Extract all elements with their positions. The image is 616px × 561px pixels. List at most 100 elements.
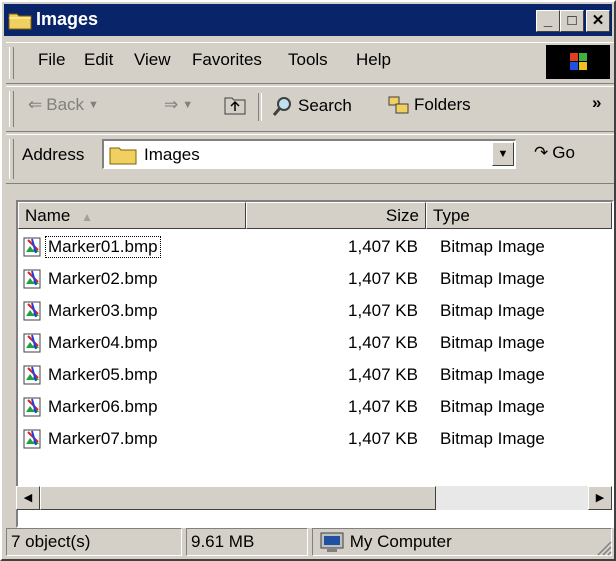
maximize-icon: □ (567, 12, 577, 29)
go-button[interactable]: ↷ Go (534, 143, 575, 163)
toolbar-overflow-chevron[interactable]: » (592, 93, 601, 113)
title-bar[interactable]: Images _ □ ✕ (4, 4, 612, 36)
column-name-label: Name (25, 206, 71, 225)
forward-arrow-icon: ⇒ (164, 95, 179, 114)
menu-grip[interactable] (9, 47, 14, 79)
menu-bar: File Edit View Favorites Tools Help (6, 42, 614, 84)
file-type: Bitmap Image (440, 269, 545, 288)
forward-dropdown-icon: ▼ (182, 99, 194, 111)
column-header-size[interactable]: Size (246, 202, 426, 229)
resize-grip-icon[interactable] (594, 538, 612, 556)
folders-label: Folders (414, 95, 471, 114)
close-button[interactable]: ✕ (586, 10, 610, 32)
status-object-count: 7 object(s) (6, 528, 182, 556)
file-name: Marker04.bmp (48, 333, 158, 352)
window-title: Images (36, 9, 99, 29)
bitmap-file-icon (23, 429, 41, 449)
bitmap-file-icon (23, 237, 41, 257)
bitmap-file-icon (23, 301, 41, 321)
column-type-label: Type (433, 206, 470, 225)
table-row[interactable]: Marker05.bmp 1,407 KB Bitmap Image (18, 360, 578, 392)
status-size-text: 9.61 MB (191, 532, 255, 551)
file-type: Bitmap Image (440, 237, 545, 256)
file-name: Marker06.bmp (48, 397, 158, 416)
address-field[interactable]: Images ▼ (102, 139, 516, 169)
toolbar-grip[interactable] (9, 91, 14, 127)
menu-file[interactable]: File (38, 50, 65, 70)
menu-view[interactable]: View (134, 50, 171, 70)
toolbar-separator (258, 93, 262, 121)
file-type: Bitmap Image (440, 333, 545, 352)
menu-favorites[interactable]: Favorites (192, 50, 262, 70)
up-folder-icon (224, 97, 246, 115)
file-type: Bitmap Image (440, 397, 545, 416)
search-icon (272, 97, 291, 116)
scroll-right-button[interactable]: ▶ (588, 486, 612, 510)
status-bar: 7 object(s) 9.61 MB My Computer (6, 524, 614, 558)
folder-icon (8, 13, 32, 30)
chevron-left-icon: ◀ (23, 492, 33, 504)
address-grip[interactable] (9, 139, 14, 179)
windows-logo (546, 45, 610, 79)
up-folder-button[interactable] (224, 95, 246, 115)
file-type: Bitmap Image (440, 429, 545, 448)
file-name: Marker03.bmp (48, 301, 158, 320)
column-header-type[interactable]: Type (426, 202, 612, 229)
menu-tools[interactable]: Tools (288, 50, 328, 70)
file-name: Marker02.bmp (48, 269, 158, 288)
bitmap-file-icon (23, 269, 41, 289)
menu-edit[interactable]: Edit (84, 50, 113, 70)
status-zone: My Computer (312, 528, 612, 556)
my-computer-icon (320, 532, 344, 552)
bitmap-file-icon (23, 333, 41, 353)
back-arrow-icon: ⇐ (28, 95, 43, 114)
table-row[interactable]: Marker03.bmp 1,407 KB Bitmap Image (18, 296, 578, 328)
go-label: Go (552, 143, 575, 162)
scroll-left-button[interactable]: ◀ (16, 486, 40, 510)
table-row[interactable]: Marker04.bmp 1,407 KB Bitmap Image (18, 328, 578, 360)
menu-help[interactable]: Help (356, 50, 391, 70)
address-label: Address (22, 145, 85, 164)
search-button[interactable]: Search (272, 95, 352, 117)
search-label: Search (298, 96, 352, 115)
file-name: Marker05.bmp (48, 365, 158, 384)
minimize-button[interactable]: _ (536, 10, 560, 32)
maximize-button[interactable]: □ (560, 10, 584, 32)
status-zone-text: My Computer (349, 532, 452, 551)
back-dropdown-icon: ▼ (88, 99, 99, 111)
sort-ascending-icon: ▲ (81, 210, 93, 224)
back-label: Back (46, 95, 85, 114)
explorer-window: Images _ □ ✕ File Edit View Favorites To… (0, 0, 616, 561)
folders-button[interactable]: Folders (388, 95, 471, 115)
table-row[interactable]: Marker07.bmp 1,407 KB Bitmap Image (18, 424, 578, 456)
status-size: 9.61 MB (186, 528, 308, 556)
file-size: 1,407 KB (348, 269, 418, 288)
windows-flag-icon (570, 53, 587, 70)
table-row[interactable]: Marker01.bmp 1,407 KB Bitmap Image (18, 232, 578, 264)
horizontal-scrollbar[interactable]: ◀ ▶ (16, 486, 612, 510)
file-size: 1,407 KB (348, 301, 418, 320)
file-size: 1,407 KB (348, 429, 418, 448)
back-button[interactable]: ⇐ Back ▼ (28, 95, 99, 115)
forward-button[interactable]: ⇒ ▼ (164, 95, 193, 115)
scroll-thumb[interactable] (40, 486, 436, 510)
file-size: 1,407 KB (348, 333, 418, 352)
folder-icon (109, 147, 137, 165)
chevron-down-icon: ▼ (497, 148, 509, 160)
minimize-icon: _ (543, 12, 553, 29)
file-size: 1,407 KB (348, 237, 418, 256)
bitmap-file-icon (23, 397, 41, 417)
column-header-name[interactable]: Name ▲ (18, 202, 246, 229)
address-value: Images (144, 145, 200, 164)
address-dropdown-button[interactable]: ▼ (492, 142, 514, 166)
status-objects-text: 7 object(s) (11, 532, 91, 551)
file-type: Bitmap Image (440, 365, 545, 384)
file-size: 1,407 KB (348, 397, 418, 416)
bitmap-file-icon (23, 365, 41, 385)
column-size-label: Size (385, 206, 419, 225)
chevron-right-icon: ▶ (595, 492, 605, 504)
table-row[interactable]: Marker02.bmp 1,407 KB Bitmap Image (18, 264, 578, 296)
file-list[interactable]: Name ▲ Size Type Marker01.bmp 1,407 KB Bit… (16, 200, 614, 528)
standard-toolbar: ⇐ Back ▼ ⇒ ▼ Search Folders » (6, 86, 614, 132)
table-row[interactable]: Marker06.bmp 1,407 KB Bitmap Image (18, 392, 578, 424)
